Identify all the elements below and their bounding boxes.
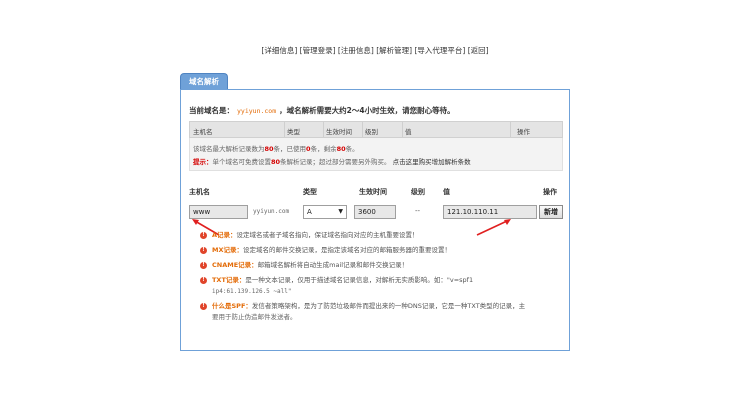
nav-link-dns-management[interactable]: 解析管理 bbox=[379, 46, 409, 55]
buy-more-link[interactable]: 点击这里购买增加解析条数 bbox=[393, 158, 471, 166]
form-header-type: 类型 bbox=[303, 188, 317, 196]
record-type-value: A bbox=[307, 208, 312, 216]
form-header-host: 主机名 bbox=[189, 188, 210, 196]
current-domain: yyiyun.com bbox=[237, 107, 277, 115]
form-header-action: 操作 bbox=[543, 188, 557, 196]
dns-panel: 当前域名是： yyiyun.com ，域名解析需要大约2～4小时生效，请您耐心等待。… bbox=[180, 89, 570, 351]
info-icon: ! bbox=[200, 262, 207, 269]
info-icon: ! bbox=[200, 303, 207, 310]
form-header-level: 级别 bbox=[411, 188, 425, 196]
nav-link-import-agent[interactable]: 导入代理平台 bbox=[417, 46, 462, 55]
nav-link-back[interactable]: 返回 bbox=[471, 46, 486, 55]
col-type: 类型 bbox=[287, 128, 300, 136]
note-spf: ! 什么是SPF：发信者策略架构，是为了防范垃圾邮件而提出来的一种DNS记录，它… bbox=[200, 301, 560, 323]
col-value: 值 bbox=[405, 128, 412, 136]
free-count: 80 bbox=[271, 158, 281, 166]
quota-remaining: 80 bbox=[336, 145, 346, 153]
col-level: 级别 bbox=[365, 128, 378, 136]
chevron-down-icon: ▼ bbox=[338, 208, 343, 215]
domain-line: 当前域名是： yyiyun.com ，域名解析需要大约2～4小时生效，请您耐心等待。 bbox=[189, 106, 455, 115]
form-header-value: 值 bbox=[443, 188, 450, 196]
quota-info-box: 该域名最大解析记录数为80条，已使用0条，剩余80条。 提示：单个域名可免费设置… bbox=[189, 138, 563, 171]
top-nav: [详细信息] [管理登录] [注册信息] [解析管理] [导入代理平台] [返回… bbox=[261, 46, 489, 55]
quota-max: 80 bbox=[264, 145, 274, 153]
col-ttl: 生效时间 bbox=[326, 128, 352, 136]
records-table-header: 主机名 类型 生效时间 级别 值 操作 bbox=[189, 121, 563, 138]
form-header-ttl: 生效时间 bbox=[359, 188, 387, 196]
note-cname-record: ! CNAME记录：邮箱域名解析将自动生成mail记录和邮件交换记录！ bbox=[200, 260, 560, 271]
panel-tab-dns: 域名解析 bbox=[180, 73, 228, 89]
add-record-button[interactable]: 新增 bbox=[539, 205, 563, 219]
col-host: 主机名 bbox=[193, 128, 213, 136]
info-icon: ! bbox=[200, 277, 207, 284]
info-icon: ! bbox=[200, 247, 207, 254]
quota-line: 该域名最大解析记录数为80条，已使用0条，剩余80条。 bbox=[193, 145, 359, 153]
tip-line: 提示：单个域名可免费设置80条解析记录；超过部分需要另外购买。 点击这里购买增加… bbox=[193, 158, 471, 166]
note-mx-record: ! MX记录：设定域名的邮件交换记录，是指定该域名对应的邮箱服务器的重要设置！ bbox=[200, 245, 560, 256]
nav-link-registration-info[interactable]: 注册信息 bbox=[341, 46, 371, 55]
ttl-input[interactable]: 3600 bbox=[354, 205, 396, 219]
nav-link-details[interactable]: 详细信息 bbox=[264, 46, 294, 55]
col-action: 操作 bbox=[517, 128, 530, 136]
note-txt-record: ! TXT记录：是一种文本记录，仅用于描述域名记录信息，对解析无实质影响。如："… bbox=[200, 275, 560, 297]
record-type-notes: ! A记录：设定域名或者子域名指向，保证域名指向对应的主机重要设置！ ! MX记… bbox=[200, 230, 560, 327]
domain-suffix: yyiyun.com bbox=[253, 208, 290, 215]
nav-link-admin-login[interactable]: 管理登录 bbox=[303, 46, 333, 55]
level-value: -- bbox=[415, 207, 421, 215]
note-a-record: ! A记录：设定域名或者子域名指向，保证域名指向对应的主机重要设置！ bbox=[200, 230, 560, 241]
record-type-select[interactable]: A ▼ bbox=[303, 205, 347, 219]
info-icon: ! bbox=[200, 232, 207, 239]
